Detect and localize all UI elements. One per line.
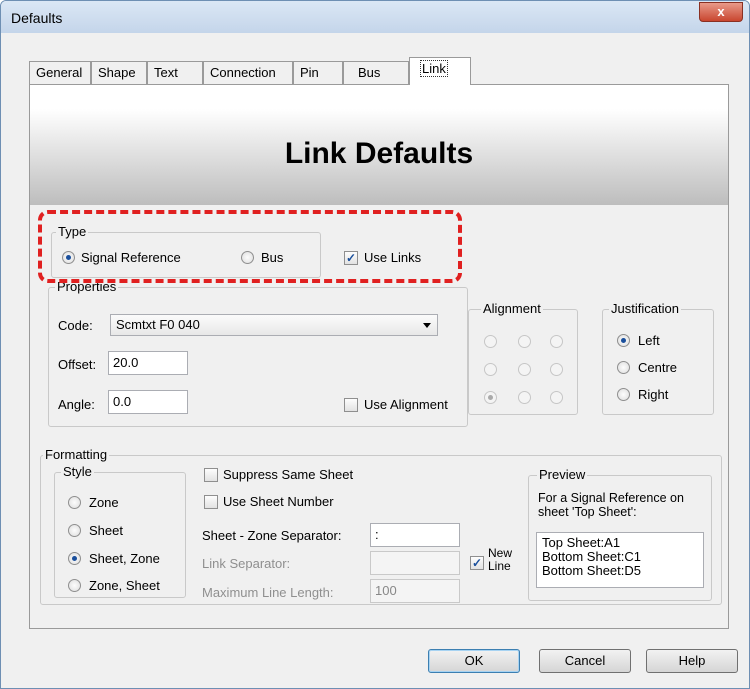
tab-bus[interactable]: Bus: [343, 61, 409, 85]
tab-shape[interactable]: Shape: [91, 61, 147, 85]
link-tab-panel: Link Defaults Type Signal Reference Bus …: [29, 84, 729, 629]
alignment-bottom-center-radio[interactable]: [518, 391, 531, 404]
alignment-bottom-left-radio[interactable]: [484, 391, 497, 404]
code-label: Code:: [58, 318, 93, 333]
use-links-checkbox[interactable]: ✓: [344, 251, 358, 265]
signal-reference-radio[interactable]: [62, 251, 75, 264]
justification-right-label: Right: [638, 387, 669, 402]
use-sheet-number-label: Use Sheet Number: [223, 494, 334, 509]
tab-text[interactable]: Text: [147, 61, 203, 85]
justification-group-label: Justification: [609, 301, 681, 316]
suppress-same-sheet-label: Suppress Same Sheet: [223, 467, 354, 482]
tab-link-label: Link: [420, 60, 448, 77]
style-sheet-radio[interactable]: [68, 524, 81, 537]
justification-left-radio[interactable]: [617, 334, 630, 347]
banner-title: Link Defaults: [284, 137, 474, 170]
bus-radio[interactable]: [241, 251, 254, 264]
justification-right-radio[interactable]: [617, 388, 630, 401]
angle-field[interactable]: 0.0: [108, 390, 188, 414]
zone-separator-field[interactable]: :: [370, 523, 460, 547]
new-line-checkbox[interactable]: ✓: [470, 556, 484, 570]
use-sheet-number-checkbox[interactable]: [204, 495, 218, 509]
alignment-middle-center-radio[interactable]: [518, 363, 531, 376]
alignment-middle-right-radio[interactable]: [550, 363, 563, 376]
style-sheet-label: Sheet: [89, 523, 123, 538]
style-sheet-zone-radio[interactable]: [68, 552, 81, 565]
offset-field[interactable]: 20.0: [108, 351, 188, 375]
alignment-middle-left-radio[interactable]: [484, 363, 497, 376]
style-group-label: Style: [61, 464, 94, 479]
type-group-label: Type: [56, 224, 89, 239]
close-icon[interactable]: x: [699, 2, 743, 22]
bus-label: Bus: [261, 250, 284, 265]
banner: Link Defaults: [30, 85, 728, 205]
preview-group-label: Preview: [537, 467, 588, 482]
use-alignment-checkbox[interactable]: [344, 398, 358, 412]
justification-centre-radio[interactable]: [617, 361, 630, 374]
preview-line: Top Sheet:A1: [542, 535, 621, 550]
code-dropdown[interactable]: Scmtxt F0 040: [110, 314, 438, 336]
chevron-down-icon: [423, 323, 431, 328]
style-zone-sheet-radio[interactable]: [68, 579, 81, 592]
code-value: Scmtxt F0 040: [116, 317, 200, 332]
style-zone-radio[interactable]: [68, 496, 81, 509]
use-links-label: Use Links: [364, 250, 422, 265]
link-separator-field[interactable]: [370, 551, 460, 575]
new-line-label: New Line: [488, 546, 513, 573]
style-zone-sheet-label: Zone, Sheet: [89, 578, 160, 593]
justification-left-label: Left: [638, 333, 660, 348]
alignment-top-left-radio[interactable]: [484, 335, 497, 348]
max-line-length-label: Maximum Line Length:: [202, 585, 334, 600]
preview-line: Bottom Sheet:D5: [542, 563, 641, 578]
alignment-group-label: Alignment: [481, 301, 543, 316]
dialog-window: Defaults x General Shape Text Connection…: [0, 0, 750, 689]
zone-separator-label: Sheet - Zone Separator:: [202, 528, 342, 543]
use-alignment-label: Use Alignment: [364, 397, 448, 412]
formatting-group-label: Formatting: [43, 447, 110, 462]
angle-label: Angle:: [58, 397, 95, 412]
signal-reference-label: Signal Reference: [81, 250, 181, 265]
tab-general[interactable]: General: [29, 61, 91, 85]
preview-line: Bottom Sheet:C1: [542, 549, 641, 564]
ok-button[interactable]: OK: [428, 649, 520, 673]
title-bar[interactable]: Defaults x: [1, 1, 749, 33]
offset-label: Offset:: [58, 357, 97, 372]
cancel-button[interactable]: Cancel: [539, 649, 631, 673]
preview-caption: For a Signal Reference on sheet 'Top She…: [538, 491, 684, 519]
alignment-bottom-right-radio[interactable]: [550, 391, 563, 404]
preview-box: Top Sheet:A1 Bottom Sheet:C1 Bottom Shee…: [536, 532, 704, 588]
tab-pin[interactable]: Pin: [293, 61, 343, 85]
link-separator-label: Link Separator:: [202, 556, 291, 571]
style-zone-label: Zone: [89, 495, 119, 510]
tab-link[interactable]: Link: [409, 57, 471, 85]
max-line-length-field[interactable]: 100: [370, 579, 460, 603]
properties-group-label: Properties: [55, 279, 119, 294]
help-button[interactable]: Help: [646, 649, 738, 673]
justification-centre-label: Centre: [638, 360, 678, 375]
alignment-top-center-radio[interactable]: [518, 335, 531, 348]
suppress-same-sheet-checkbox[interactable]: [204, 468, 218, 482]
style-sheet-zone-label: Sheet, Zone: [89, 551, 160, 566]
alignment-top-right-radio[interactable]: [550, 335, 563, 348]
window-title: Defaults: [11, 10, 63, 26]
tab-connection[interactable]: Connection: [203, 61, 293, 85]
